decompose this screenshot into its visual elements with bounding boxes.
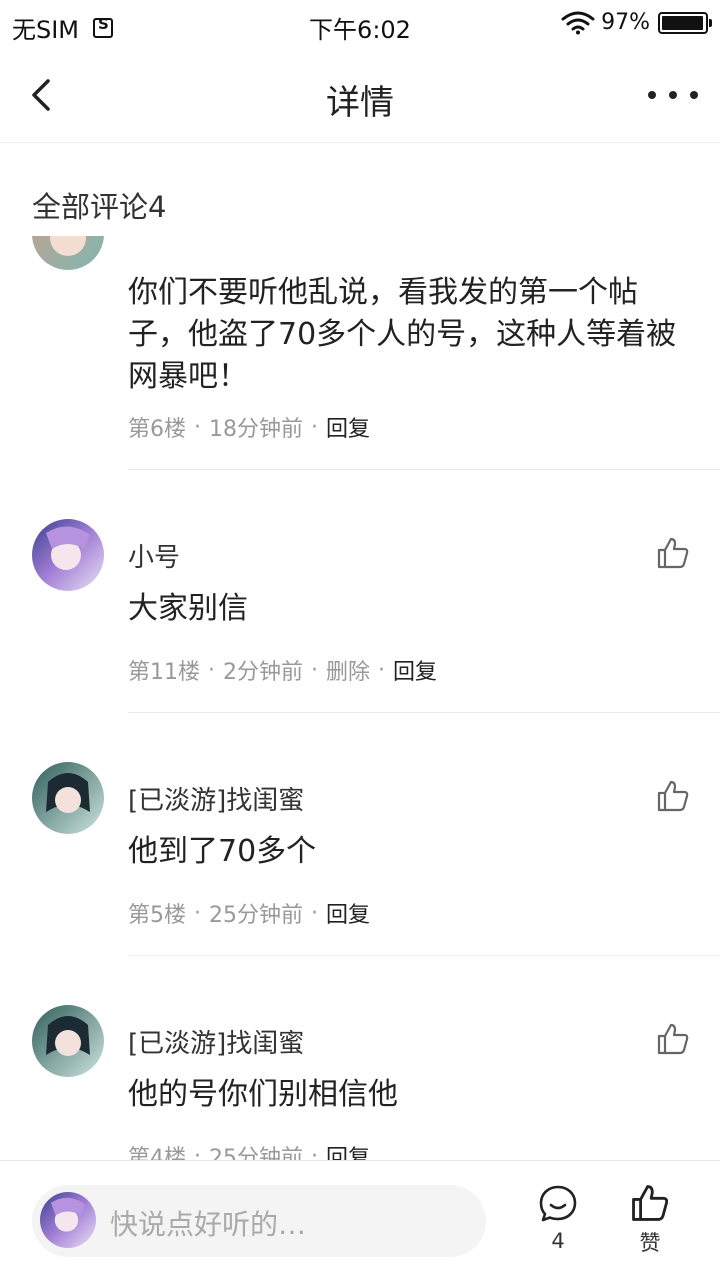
reply-button[interactable]: 回复 [326, 1140, 370, 1160]
floor-label: 第4楼 [128, 1146, 186, 1160]
comment-author[interactable]: 小号 [128, 537, 180, 574]
comment-count-label: 4 [551, 1229, 565, 1253]
thumbs-up-icon[interactable] [656, 536, 690, 570]
comment-item: [已淡游]找闺蜜 他到了70多个 第5楼 · 25分钟前 · 回复 [0, 713, 720, 956]
thumbs-up-icon[interactable] [656, 779, 690, 813]
meta-dot: · [194, 1143, 201, 1161]
thumbs-up-icon [632, 1185, 669, 1221]
delete-button[interactable]: 删除 [326, 654, 370, 686]
comment-text: 大家别信 [128, 591, 248, 626]
battery-icon [658, 11, 712, 34]
time-label: 18分钟前 [209, 417, 303, 442]
comments-heading: 全部评论4 [32, 190, 167, 224]
meta-dot: · [378, 657, 386, 683]
meta-dot: · [311, 414, 318, 440]
comment-meta: 第11楼 · 2分钟前 · 删除 · 回复 [128, 654, 437, 686]
time-label: 25分钟前 [209, 903, 303, 928]
battery-percent: 97% [601, 10, 650, 35]
avatar[interactable] [32, 519, 104, 591]
avatar[interactable] [32, 762, 104, 834]
comment-count-button[interactable]: 4 [532, 1183, 584, 1273]
status-right: 97% [561, 10, 712, 35]
status-bar: 无SIM 下午6:02 97% [0, 0, 720, 50]
avatar[interactable] [32, 236, 104, 270]
praise-label: 赞 [639, 1231, 661, 1255]
comment-item: 你们不要听他乱说，看我发的第一个帖子，他盗了70多个人的号，这种人等着被网暴吧！… [0, 236, 720, 470]
input-placeholder: 快说点好听的… [110, 1208, 307, 1241]
avatar[interactable] [32, 1005, 104, 1077]
wifi-icon [561, 11, 595, 34]
floor-label: 第5楼 [128, 903, 186, 928]
comment-list[interactable]: 你们不要听他乱说，看我发的第一个帖子，他盗了70多个人的号，这种人等着被网暴吧！… [0, 236, 720, 1160]
more-dots-icon[interactable] [648, 80, 698, 110]
meta-dot: · [311, 1143, 318, 1161]
time-label: 2分钟前 [223, 660, 303, 685]
comment-meta: 第6楼 · 18分钟前 · 回复 [128, 411, 370, 443]
meta-dot: · [208, 657, 215, 683]
comment-item: 小号 大家别信 第11楼 · 2分钟前 · 删除 · 回复 [0, 470, 720, 713]
page-title: 详情 [326, 83, 394, 123]
comment-bubble-icon [539, 1185, 577, 1222]
reply-button[interactable]: 回复 [326, 897, 370, 929]
comment-author[interactable]: [已淡游]找闺蜜 [128, 780, 304, 817]
comment-input[interactable]: 快说点好听的… [32, 1185, 486, 1257]
comment-text: 你们不要听他乱说，看我发的第一个帖子，他盗了70多个人的号，这种人等着被网暴吧！ [128, 275, 677, 394]
reply-button[interactable]: 回复 [326, 411, 370, 443]
thumbs-up-icon[interactable] [656, 1022, 690, 1056]
meta-dot: · [194, 900, 201, 926]
comment-author[interactable]: [已淡游]找闺蜜 [128, 1023, 304, 1060]
nav-bar: 详情 [0, 50, 720, 143]
meta-dot: · [311, 657, 318, 683]
floor-label: 第6楼 [128, 417, 186, 442]
avatar [40, 1192, 96, 1248]
time-label: 25分钟前 [209, 1146, 303, 1160]
praise-button[interactable]: 赞 [624, 1183, 676, 1273]
bottom-bar: 快说点好听的… 4 赞 [0, 1160, 720, 1280]
comment-text: 他的号你们别相信他 [128, 1077, 398, 1112]
floor-label: 第11楼 [128, 660, 200, 685]
comment-meta: 第5楼 · 25分钟前 · 回复 [128, 897, 370, 929]
meta-dot: · [194, 414, 201, 440]
comment-meta: 第4楼 · 25分钟前 · 回复 [128, 1140, 370, 1161]
reply-button[interactable]: 回复 [393, 654, 437, 686]
comment-item: [已淡游]找闺蜜 他的号你们别相信他 第4楼 · 25分钟前 · 回复 [0, 956, 720, 1160]
comment-text: 他到了70多个 [128, 834, 317, 869]
meta-dot: · [311, 900, 318, 926]
